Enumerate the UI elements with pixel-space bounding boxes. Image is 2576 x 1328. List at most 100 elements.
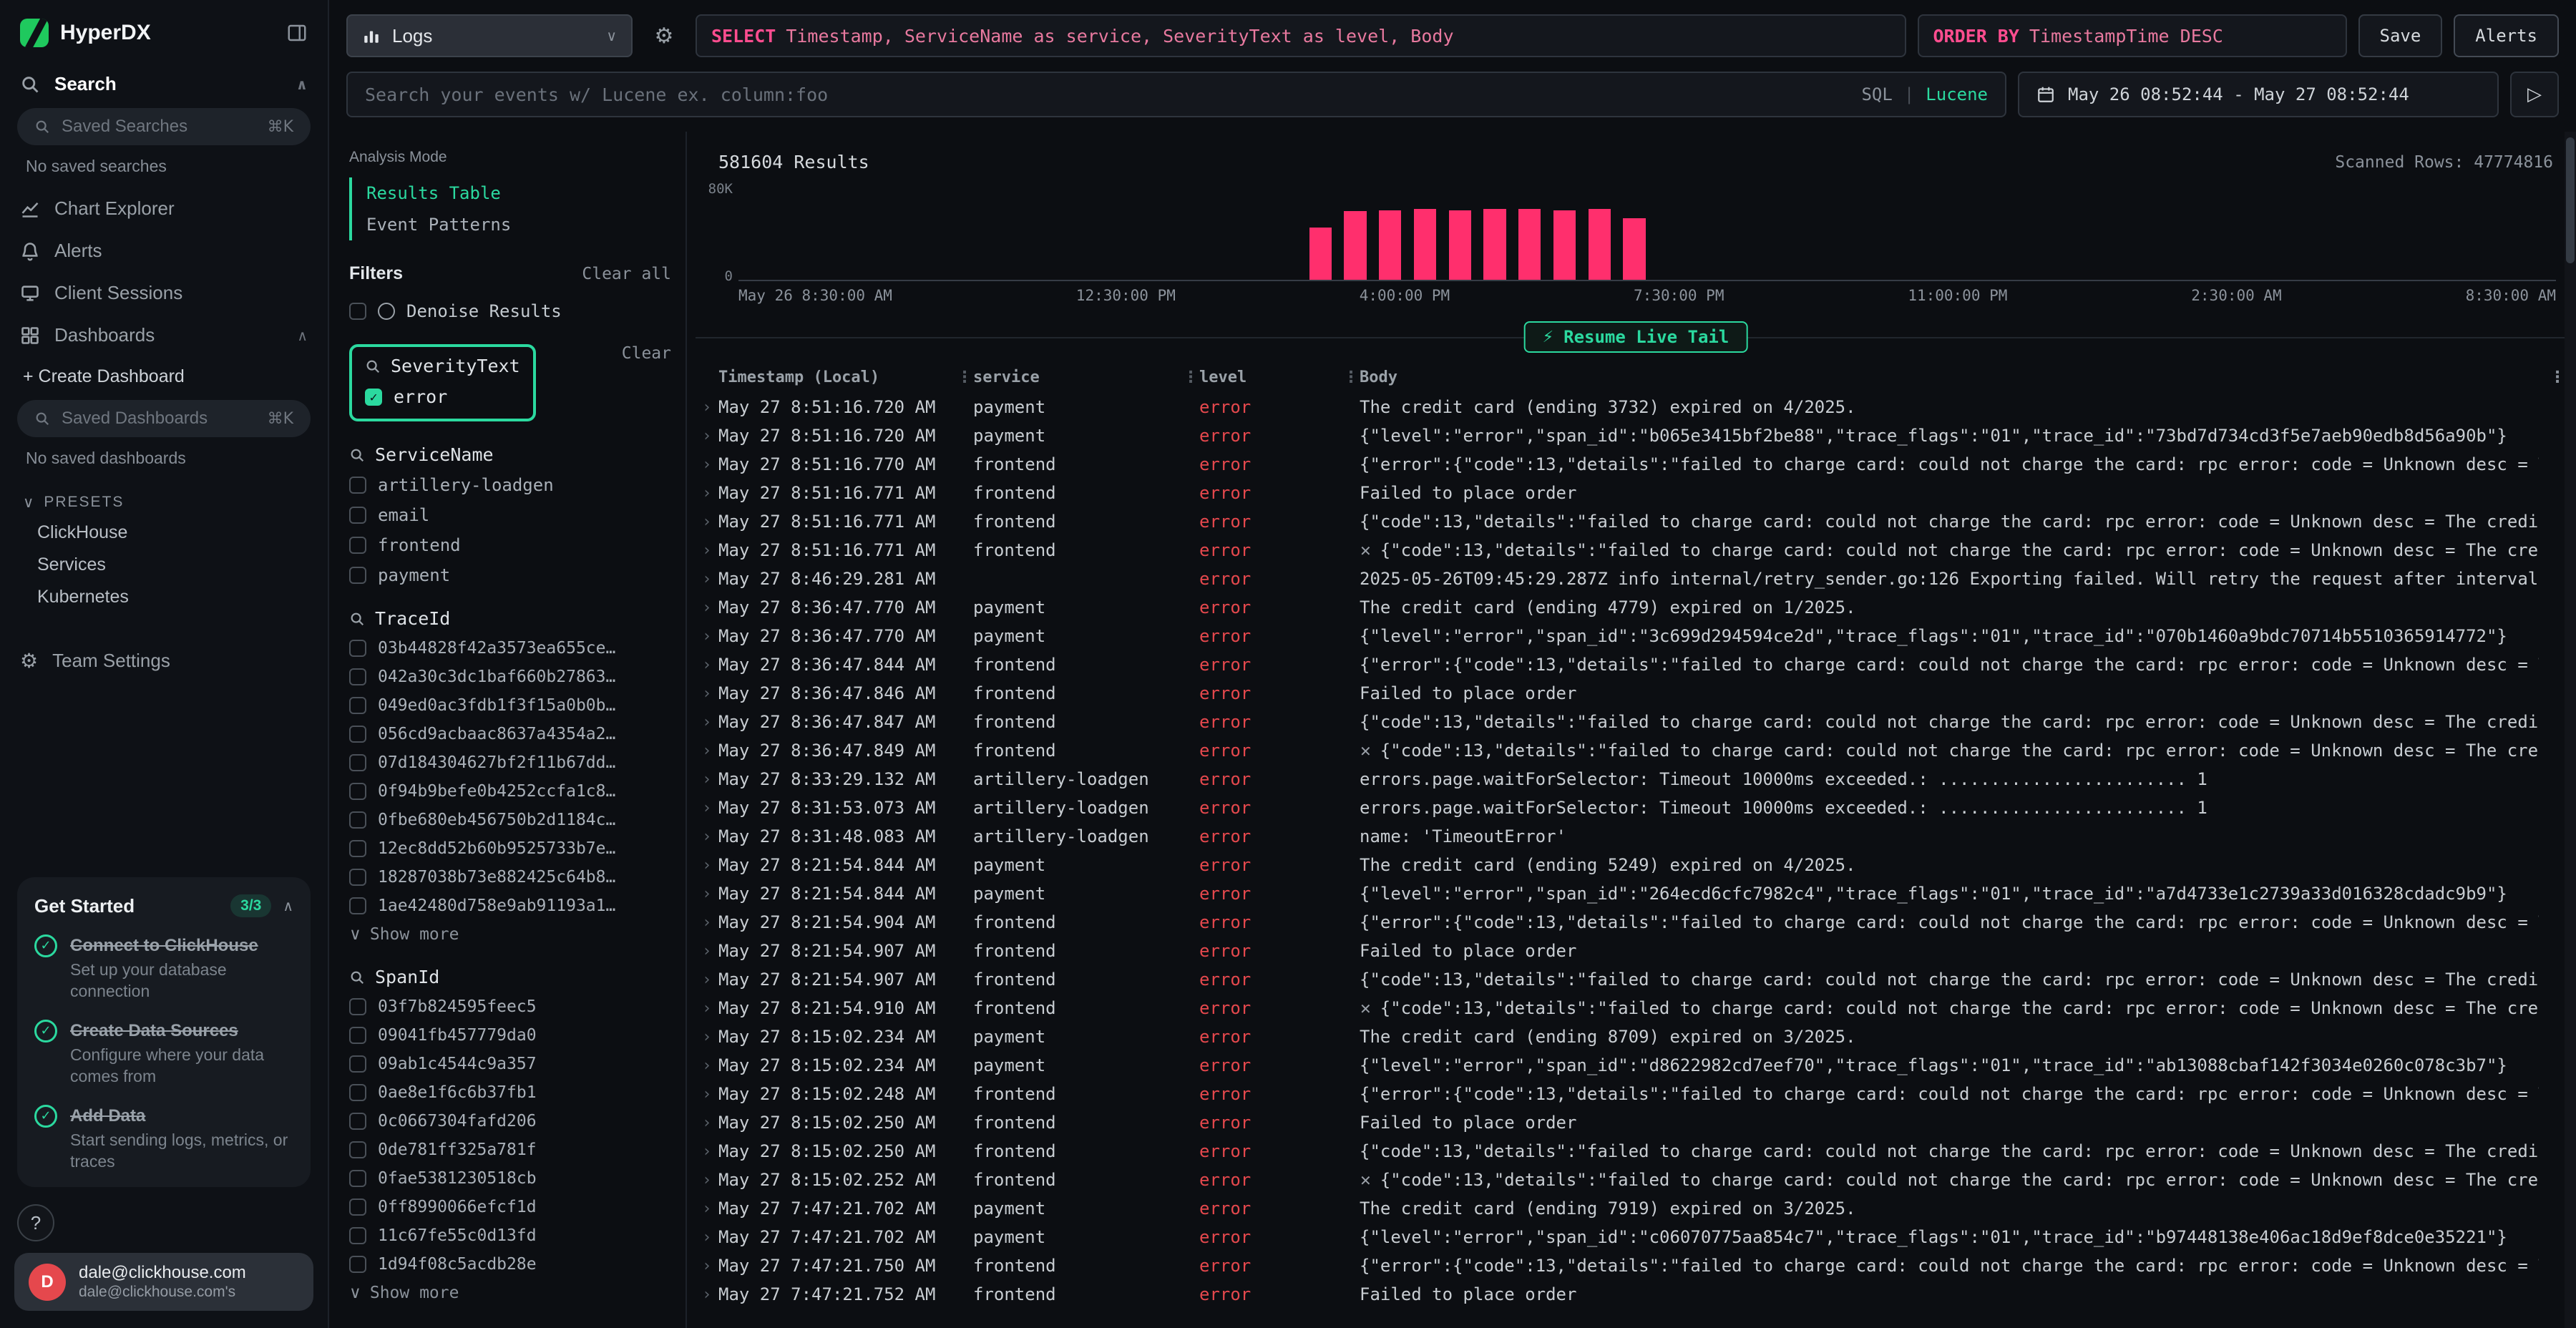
checkbox[interactable] [349, 1027, 366, 1044]
column-resize-handle[interactable]: ⋮ [1182, 368, 1199, 386]
checkbox[interactable] [349, 754, 366, 771]
row-expand-chevron[interactable]: › [696, 656, 718, 674]
log-row[interactable]: ›May 27 8:21:54.907 AMfrontenderrorFaile… [696, 937, 2576, 965]
filter-option[interactable]: 056cd9acbaac8637a4354a2… [349, 725, 671, 743]
filter-option[interactable]: 0c0667304fafd206 [349, 1112, 671, 1131]
checkbox[interactable] [349, 640, 366, 657]
denoise-results-option[interactable]: Denoise Results [349, 301, 671, 321]
log-row[interactable]: ›May 27 8:51:16.770 AMfrontenderror{"err… [696, 450, 2576, 479]
filter-option[interactable]: 0f94b9befe0b4252ccfa1c8… [349, 782, 671, 801]
checkbox[interactable] [349, 840, 366, 857]
log-row[interactable]: ›May 27 8:36:47.844 AMfrontenderror{"err… [696, 650, 2576, 679]
resume-live-tail-button[interactable]: ⚡ Resume Live Tail [1524, 321, 1748, 353]
filter-option[interactable]: 18287038b73e882425c64b8… [349, 868, 671, 887]
log-row[interactable]: ›May 27 8:33:29.132 AMartillery-loadgene… [696, 765, 2576, 794]
checkbox[interactable] [349, 507, 366, 524]
log-row[interactable]: ›May 27 8:31:53.073 AMartillery-loadgene… [696, 794, 2576, 822]
row-expand-chevron[interactable]: › [696, 1229, 718, 1246]
preset-item[interactable]: ClickHouse [0, 517, 328, 549]
checkbox[interactable] [349, 1113, 366, 1130]
filter-option[interactable]: 07d184304627bf2f11b67dd… [349, 753, 671, 772]
row-expand-chevron[interactable]: › [696, 399, 718, 416]
log-row[interactable]: ›May 27 8:36:47.770 AMpaymenterrorThe cr… [696, 593, 2576, 622]
saved-dashboards-input[interactable]: Saved Dashboards ⌘K [17, 400, 311, 437]
histogram-bar[interactable] [1414, 209, 1436, 280]
event-search-input[interactable] [365, 84, 1850, 105]
row-expand-chevron[interactable]: › [696, 570, 718, 588]
sidebar-item-dashboards[interactable]: Dashboards ∧ [0, 314, 328, 356]
filter-option[interactable]: ✓error [365, 386, 520, 407]
filter-option[interactable]: email [349, 505, 671, 525]
show-more-button[interactable]: ∨Show more [349, 925, 671, 944]
histogram-bar[interactable] [1518, 209, 1541, 280]
log-row[interactable]: ›May 27 8:15:02.234 AMpaymenterror{"leve… [696, 1051, 2576, 1080]
histogram-bar[interactable] [1344, 211, 1366, 280]
save-button[interactable]: Save [2358, 14, 2443, 57]
histogram-bar[interactable] [1309, 228, 1332, 280]
log-row[interactable]: ›May 27 8:36:47.847 AMfrontenderror{"cod… [696, 708, 2576, 736]
log-row[interactable]: ›May 27 8:51:16.771 AMfrontenderrorFaile… [696, 479, 2576, 507]
filter-option[interactable]: 1d94f08c5acdb28e [349, 1255, 671, 1274]
wrap-toggle-icon[interactable]: ✕ [1360, 1000, 1372, 1017]
row-expand-chevron[interactable]: › [696, 1171, 718, 1189]
row-expand-chevron[interactable]: › [696, 742, 718, 760]
user-menu[interactable]: D dale@clickhouse.com dale@clickhouse.co… [14, 1253, 313, 1311]
order-by-input[interactable]: ORDER BY TimestampTime DESC [1918, 14, 2347, 57]
sidebar-item-client-sessions[interactable]: Client Sessions [0, 272, 328, 314]
source-select[interactable]: Logs ∨ [346, 14, 633, 57]
histogram-bar[interactable] [1483, 209, 1506, 280]
presets-section-header[interactable]: ∨ PRESETS [0, 479, 328, 517]
sql-mode-toggle[interactable]: SQL [1861, 84, 1892, 104]
checkbox[interactable] [349, 1198, 366, 1216]
log-row[interactable]: ›May 27 8:15:02.250 AMfrontenderror{"cod… [696, 1137, 2576, 1166]
row-expand-chevron[interactable]: › [696, 1257, 718, 1275]
sidebar-item-team-settings[interactable]: ⚙ Team Settings [0, 639, 328, 683]
filter-option[interactable]: 12ec8dd52b60b9525733b7e… [349, 839, 671, 858]
filter-option[interactable]: 049ed0ac3fdb1f3f15a0b0b… [349, 696, 671, 715]
chevron-up-icon[interactable]: ∧ [283, 897, 293, 914]
filter-option[interactable]: 11c67fe55c0d13fd [349, 1226, 671, 1245]
log-row[interactable]: ›May 27 8:15:02.252 AMfrontenderror✕{"co… [696, 1166, 2576, 1194]
create-dashboard-button[interactable]: + Create Dashboard [0, 356, 328, 397]
scrollbar-thumb[interactable] [2566, 137, 2575, 263]
histogram-bar[interactable] [1449, 210, 1471, 280]
histogram-bar[interactable] [1379, 210, 1401, 280]
lucene-mode-toggle[interactable]: Lucene [1926, 84, 1988, 104]
source-settings-gear-icon[interactable]: ⚙ [644, 16, 684, 56]
row-expand-chevron[interactable]: › [696, 942, 718, 960]
checkbox[interactable] [349, 1170, 366, 1187]
histogram-bar[interactable] [1589, 209, 1611, 280]
checkbox[interactable]: ✓ [365, 389, 382, 406]
checkbox[interactable] [349, 998, 366, 1015]
row-expand-chevron[interactable]: › [696, 914, 718, 932]
row-expand-chevron[interactable]: › [696, 1200, 718, 1218]
filter-option[interactable]: 0de781ff325a781f [349, 1141, 671, 1159]
log-row[interactable]: ›May 27 8:36:47.770 AMpaymenterror{"leve… [696, 622, 2576, 650]
row-expand-chevron[interactable]: › [696, 771, 718, 788]
row-expand-chevron[interactable]: › [696, 971, 718, 989]
preset-item[interactable]: Services [0, 549, 328, 581]
log-row[interactable]: ›May 27 8:36:47.846 AMfrontenderrorFaile… [696, 679, 2576, 708]
checkbox[interactable] [349, 783, 366, 800]
column-resize-handle[interactable]: ⋮ [1342, 368, 1360, 386]
filter-option[interactable]: 03f7b824595feec5 [349, 997, 671, 1016]
checkbox[interactable] [349, 811, 366, 829]
log-row[interactable]: ›May 27 8:51:16.720 AMpaymenterror{"leve… [696, 421, 2576, 450]
saved-searches-input[interactable]: Saved Searches ⌘K [17, 108, 311, 145]
date-range-picker[interactable]: May 26 08:52:44 - May 27 08:52:44 [2018, 72, 2499, 117]
row-expand-chevron[interactable]: › [696, 1000, 718, 1017]
row-expand-chevron[interactable]: › [696, 1114, 718, 1132]
row-expand-chevron[interactable]: › [696, 828, 718, 846]
filter-option[interactable]: 0fae5381230518cb [349, 1169, 671, 1188]
show-more-button[interactable]: ∨Show more [349, 1284, 671, 1302]
checkbox[interactable] [349, 726, 366, 743]
help-button[interactable]: ? [17, 1204, 54, 1241]
filter-option[interactable]: 09041fb457779da0 [349, 1026, 671, 1045]
row-expand-chevron[interactable]: › [696, 885, 718, 903]
log-row[interactable]: ›May 27 8:21:54.904 AMfrontenderror{"err… [696, 908, 2576, 937]
histogram-bar[interactable] [1553, 210, 1576, 280]
sidebar-collapse-icon[interactable] [286, 22, 308, 44]
log-row[interactable]: ›May 27 8:15:02.250 AMfrontenderrorFaile… [696, 1108, 2576, 1137]
preset-item[interactable]: Kubernetes [0, 581, 328, 613]
checkbox[interactable] [349, 1141, 366, 1158]
